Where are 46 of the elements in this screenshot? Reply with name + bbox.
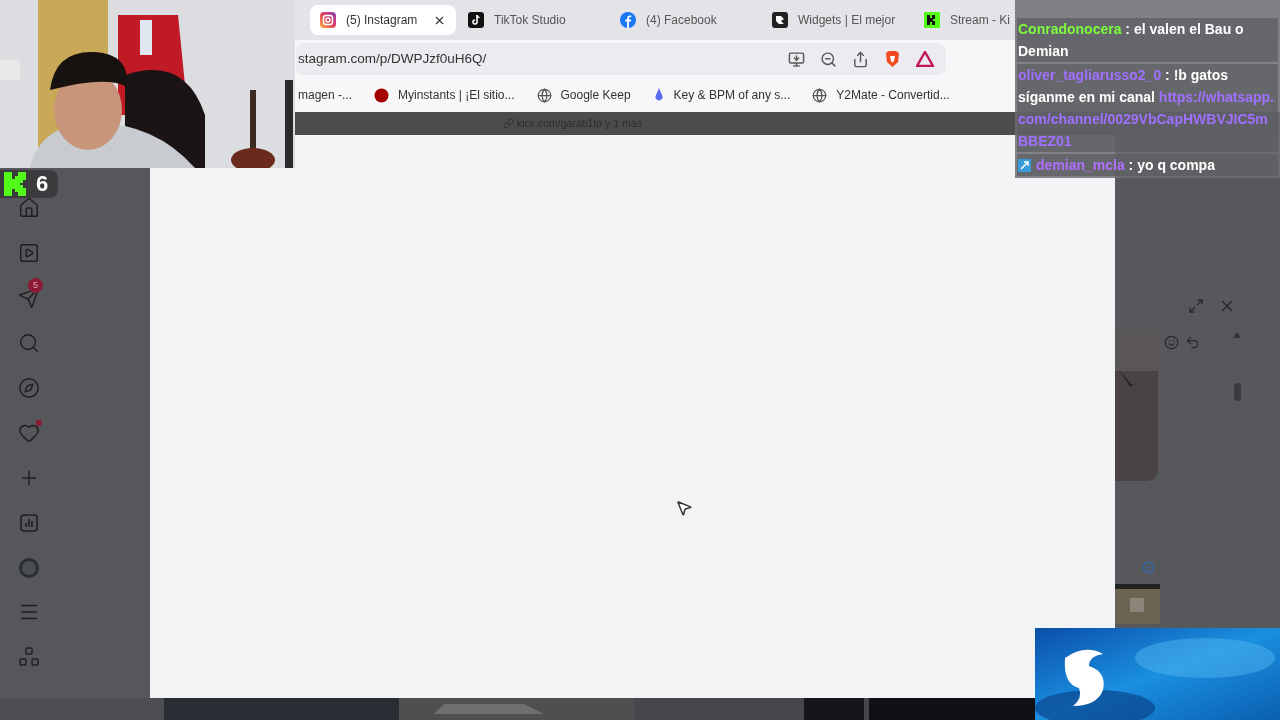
browser-tab[interactable]: (5) Instagram	[310, 5, 456, 35]
cursor-icon	[675, 499, 693, 517]
note-logo-icon	[468, 12, 484, 28]
address-field[interactable]: stagram.com/p/DWPJzf0uH6Q/	[296, 43, 946, 75]
k-logo-icon	[4, 172, 28, 196]
compass-icon[interactable]	[18, 377, 40, 399]
camera-logo-icon	[320, 12, 336, 28]
bookmark[interactable]: magen -...	[298, 86, 353, 104]
bookmark[interactable]: Y2Mate - Convertid...	[812, 86, 950, 104]
bookmark[interactable]: Myinstants | ¡El sitio...	[374, 86, 515, 104]
browser-tab[interactable]: Widgets | El mejor	[762, 5, 912, 35]
scrollbar-thumb[interactable]	[1233, 383, 1241, 401]
globe-icon	[812, 87, 828, 103]
globe-icon	[536, 87, 552, 103]
avatar-icon[interactable]	[18, 557, 40, 579]
triangle-icon[interactable]	[916, 51, 934, 67]
home-icon[interactable]	[18, 197, 40, 219]
f-logo-icon	[620, 12, 636, 28]
expand-icon[interactable]	[1188, 298, 1204, 314]
link-icon	[503, 118, 514, 129]
notification-badge: 5	[28, 278, 43, 293]
install-icon[interactable]	[788, 50, 805, 68]
k-logo-icon	[924, 12, 940, 28]
chat-message: oliver_tagliarusso2_0 : !b gatos síganme en mi canal https://whatsapp.com/channel/0029VbCapHWBVJIC5mBBEZ01	[1017, 64, 1278, 152]
bookmark[interactable]: Key & BPM of any s...	[652, 86, 791, 104]
play-icon[interactable]	[18, 242, 40, 264]
share-icon[interactable]	[852, 50, 869, 68]
browser-tab[interactable]: TikTok Studio	[458, 5, 608, 35]
viewer-count: 6	[36, 173, 49, 195]
bookmark[interactable]: Google Keep	[536, 86, 631, 104]
record-icon	[374, 87, 390, 103]
chat-message: demian_mcla : yo q compa	[1017, 154, 1278, 176]
zoom-out-icon[interactable]	[820, 50, 837, 68]
chart-icon[interactable]	[18, 512, 40, 534]
chat-message: Conradonocera : el valen el Bau o Demian	[1017, 18, 1278, 62]
lion-shield-icon[interactable]	[884, 50, 901, 68]
heart-icon[interactable]	[18, 422, 40, 444]
verified-icon	[1142, 561, 1155, 574]
squares-icon[interactable]	[18, 646, 40, 668]
scroll-up-icon[interactable]	[1232, 331, 1242, 339]
browser-tab[interactable]: (4) Facebook	[610, 5, 760, 35]
drop-icon	[652, 87, 665, 103]
widget-logo-icon	[772, 12, 788, 28]
reply-icon[interactable]	[1185, 335, 1200, 350]
search-icon[interactable]	[18, 332, 40, 354]
emoji-icon[interactable]	[1164, 335, 1179, 350]
